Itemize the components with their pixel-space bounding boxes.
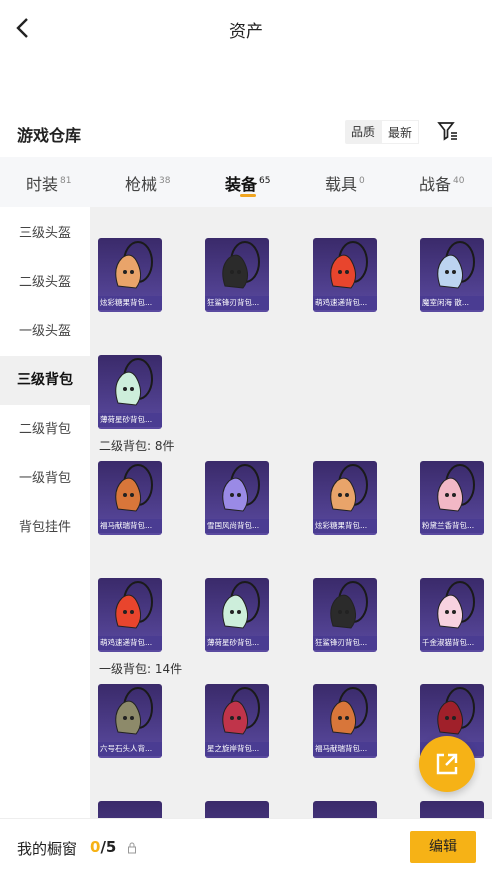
page-title: 资产 bbox=[229, 22, 263, 42]
item-name: 粉黛兰香背包... bbox=[420, 519, 484, 533]
sort-toggle: 品质 最新 bbox=[345, 120, 419, 144]
item-name: 薄荷星砂背包... bbox=[98, 413, 162, 427]
item-name: 雪国风尚背包... bbox=[205, 519, 269, 533]
chick-backpack-icon bbox=[115, 581, 153, 629]
shark-backpack-icon bbox=[222, 241, 260, 289]
item-card[interactable]: 雪国风尚背包... bbox=[205, 461, 269, 535]
cat-backpack-icon bbox=[437, 581, 475, 629]
horse-backpack-icon bbox=[115, 464, 153, 512]
snow-backpack-icon bbox=[222, 464, 260, 512]
item-card[interactable]: 萌鸡速递背包... bbox=[313, 238, 377, 312]
item-name: 萌鸡速递背包... bbox=[313, 296, 377, 310]
share-button[interactable] bbox=[419, 736, 475, 792]
sidebar-item-backpack-3[interactable]: 三级背包 bbox=[0, 356, 90, 405]
edit-button[interactable]: 编辑 bbox=[410, 831, 476, 863]
showcase-label: 我的橱窗 bbox=[17, 840, 78, 858]
item-name: 狂鲨锋刃背包... bbox=[205, 296, 269, 310]
chick-backpack-icon bbox=[330, 241, 368, 289]
sidebar-item-backpack-2[interactable]: 二级背包 bbox=[0, 405, 90, 454]
item-name: 狂鲨锋刃背包... bbox=[313, 636, 377, 650]
item-card[interactable]: 炫彩糖果背包... bbox=[98, 238, 162, 312]
item-card[interactable] bbox=[98, 801, 162, 818]
item-grid: 二级背包: 8件 一级背包: 14件 炫彩糖果背包... 狂鲨锋刃背包... 萌鸡速… bbox=[90, 207, 492, 818]
tab-supplies[interactable]: 战备 40 bbox=[419, 171, 464, 195]
tab-equipment[interactable]: 装备 65 bbox=[225, 171, 270, 195]
item-card[interactable]: 福马献瑞背包... bbox=[313, 684, 377, 758]
item-card[interactable]: 薄荷星砂背包... bbox=[205, 578, 269, 652]
rabbit-backpack-icon bbox=[330, 464, 368, 512]
shark-backpack-icon bbox=[330, 581, 368, 629]
tab-guns[interactable]: 枪械 38 bbox=[125, 171, 170, 195]
item-card[interactable] bbox=[205, 801, 269, 818]
star-backpack-icon bbox=[222, 687, 260, 735]
lock-icon bbox=[128, 842, 136, 854]
item-card[interactable]: 星之旋岸背包... bbox=[205, 684, 269, 758]
item-card[interactable]: 狂鲨锋刃背包... bbox=[313, 578, 377, 652]
demon-backpack-icon bbox=[437, 687, 475, 735]
tab-fashion[interactable]: 时装 81 bbox=[26, 171, 71, 195]
sidebar-item-helmet-3[interactable]: 三级头盔 bbox=[0, 209, 90, 258]
item-name: 炫彩糖果背包... bbox=[313, 519, 377, 533]
mint-backpack-icon bbox=[222, 581, 260, 629]
sidebar-item-backpack-pendant[interactable]: 背包挂件 bbox=[0, 503, 90, 552]
orb-backpack-icon bbox=[437, 241, 475, 289]
section-label-level1: 一级背包: 14件 bbox=[99, 662, 183, 676]
item-name: 炫彩糖果背包... bbox=[98, 296, 162, 310]
item-card[interactable]: 六号石头人背... bbox=[98, 684, 162, 758]
active-tab-indicator bbox=[240, 194, 256, 197]
item-name: 千金淑猫背包... bbox=[420, 636, 484, 650]
item-name: 星之旋岸背包... bbox=[205, 742, 269, 756]
item-card[interactable]: 炫彩糖果背包... bbox=[313, 461, 377, 535]
item-card[interactable]: 狂鲨锋刃背包... bbox=[205, 238, 269, 312]
item-card[interactable]: 薄荷星砂背包... bbox=[98, 355, 162, 429]
item-name: 六号石头人背... bbox=[98, 742, 162, 756]
item-name: 魔室闲海 散... bbox=[420, 296, 484, 310]
filter-icon[interactable] bbox=[436, 119, 460, 143]
flower-backpack-icon bbox=[437, 464, 475, 512]
item-name: 福马献瑞背包... bbox=[313, 742, 377, 756]
item-card[interactable]: 千金淑猫背包... bbox=[420, 578, 484, 652]
item-card[interactable] bbox=[313, 801, 377, 818]
item-card[interactable]: 粉黛兰香背包... bbox=[420, 461, 484, 535]
item-name: 薄荷星砂背包... bbox=[205, 636, 269, 650]
category-tabs: 时装 81 枪械 38 装备 65 载具 0 战备 40 bbox=[0, 157, 492, 207]
sidebar-item-backpack-1[interactable]: 一级背包 bbox=[0, 454, 90, 503]
rabbit-backpack-icon bbox=[115, 241, 153, 289]
sort-quality-button[interactable]: 品质 bbox=[345, 120, 381, 144]
mint-backpack-icon bbox=[115, 358, 153, 406]
subcategory-sidebar: 三级头盔 二级头盔 一级头盔 三级背包 二级背包 一级背包 背包挂件 bbox=[0, 207, 90, 818]
item-card[interactable]: 萌鸡速递背包... bbox=[98, 578, 162, 652]
sidebar-item-helmet-2[interactable]: 二级头盔 bbox=[0, 258, 90, 307]
horse-backpack-icon bbox=[330, 687, 368, 735]
item-card[interactable] bbox=[420, 801, 484, 818]
item-name: 福马献瑞背包... bbox=[98, 519, 162, 533]
tab-vehicles[interactable]: 载具 0 bbox=[325, 171, 365, 195]
showcase-count: 0/5 bbox=[90, 838, 117, 856]
item-name: 萌鸡速递背包... bbox=[98, 636, 162, 650]
stone-backpack-icon bbox=[115, 687, 153, 735]
share-external-icon bbox=[436, 753, 458, 775]
sort-latest-button[interactable]: 最新 bbox=[381, 120, 419, 144]
warehouse-title: 游戏仓库 bbox=[17, 126, 82, 145]
sidebar-item-helmet-1[interactable]: 一级头盔 bbox=[0, 307, 90, 356]
item-card[interactable]: 魔室闲海 散... bbox=[420, 238, 484, 312]
section-label-level2: 二级背包: 8件 bbox=[99, 439, 175, 453]
item-card[interactable]: 福马献瑞背包... bbox=[98, 461, 162, 535]
